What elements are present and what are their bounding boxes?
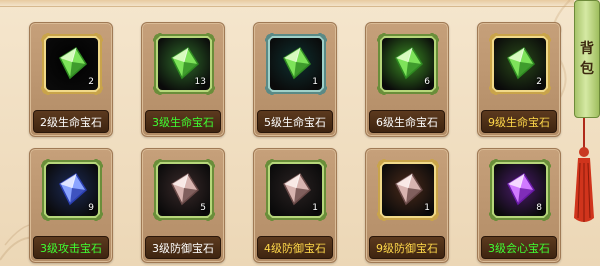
gem-slot: 5 [158,164,210,216]
slot-frame: 5 [151,157,217,223]
item-slot-card[interactable]: 1 9级防御宝石 [365,148,449,263]
item-name-bar: 2级生命宝石 [33,110,109,133]
item-slot-card[interactable]: 2 2级生命宝石 [29,22,113,137]
item-name-bar: 3级防御宝石 [145,236,221,259]
item-slot-card[interactable]: 9 3级攻击宝石 [29,148,113,263]
gem-slot: 13 [158,38,210,90]
item-name-bar: 9级生命宝石 [481,110,557,133]
item-count: 13 [194,77,206,87]
item-slot-card[interactable]: 5 3级防御宝石 [141,148,225,263]
item-name-label: 9级生命宝石 [488,115,550,129]
item-count: 5 [200,203,206,213]
item-name-label: 9级防御宝石 [376,241,438,255]
item-count: 9 [88,203,94,213]
item-slot-card[interactable]: 1 4级防御宝石 [253,148,337,263]
slot-frame: 1 [263,31,329,97]
slot-frame: 1 [263,157,329,223]
item-name-bar: 9级防御宝石 [369,236,445,259]
bag-tab-char-1: 背 [580,41,594,57]
item-slot-card[interactable]: 8 3级会心宝石 [477,148,561,263]
item-name-label: 3级会心宝石 [488,241,550,255]
slot-frame: 8 [487,157,553,223]
red-tassel-ornament [574,118,594,222]
gem-slot: 8 [494,164,546,216]
item-name-label: 3级生命宝石 [152,115,214,129]
slot-frame: 9 [39,157,105,223]
item-count: 2 [536,77,542,87]
item-name-label: 4级防御宝石 [264,241,326,255]
slot-frame: 13 [151,31,217,97]
slot-frame: 6 [375,31,441,97]
item-count: 8 [536,203,542,213]
gem-slot: 2 [46,38,98,90]
item-count: 6 [424,77,430,87]
item-name-bar: 5级生命宝石 [257,110,333,133]
gem-slot: 1 [382,164,434,216]
item-name-label: 3级防御宝石 [152,241,214,255]
item-name-label: 5级生命宝石 [264,115,326,129]
item-name-bar: 3级生命宝石 [145,110,221,133]
item-slot-card[interactable]: 13 3级生命宝石 [141,22,225,137]
item-name-bar: 3级攻击宝石 [33,236,109,259]
slot-frame: 2 [487,31,553,97]
top-border [0,0,574,7]
item-name-label: 2级生命宝石 [40,115,102,129]
gem-slot: 1 [270,164,322,216]
slot-frame: 1 [375,157,441,223]
item-name-label: 6级生命宝石 [376,115,438,129]
slot-frame: 2 [39,31,105,97]
item-count: 1 [424,203,430,213]
bag-tab-button[interactable]: 背 包 [574,0,600,118]
item-count: 2 [88,77,94,87]
item-slot-card[interactable]: 6 6级生命宝石 [365,22,449,137]
item-name-label: 3级攻击宝石 [40,241,102,255]
bag-panel: 2 2级生命宝石 13 3级生命宝石 1 5级生命宝石 6 6级生命宝石 2 9级生命宝石 9 3级攻… [0,0,600,266]
item-slot-card[interactable]: 1 5级生命宝石 [253,22,337,137]
item-name-bar: 6级生命宝石 [369,110,445,133]
item-name-bar: 3级会心宝石 [481,236,557,259]
item-count: 1 [312,77,318,87]
item-name-bar: 4级防御宝石 [257,236,333,259]
gem-slot: 6 [382,38,434,90]
gem-slot: 9 [46,164,98,216]
gem-slot: 1 [270,38,322,90]
gem-slot: 2 [494,38,546,90]
item-slot-card[interactable]: 2 9级生命宝石 [477,22,561,137]
bag-tab-char-2: 包 [580,61,594,77]
item-count: 1 [312,203,318,213]
